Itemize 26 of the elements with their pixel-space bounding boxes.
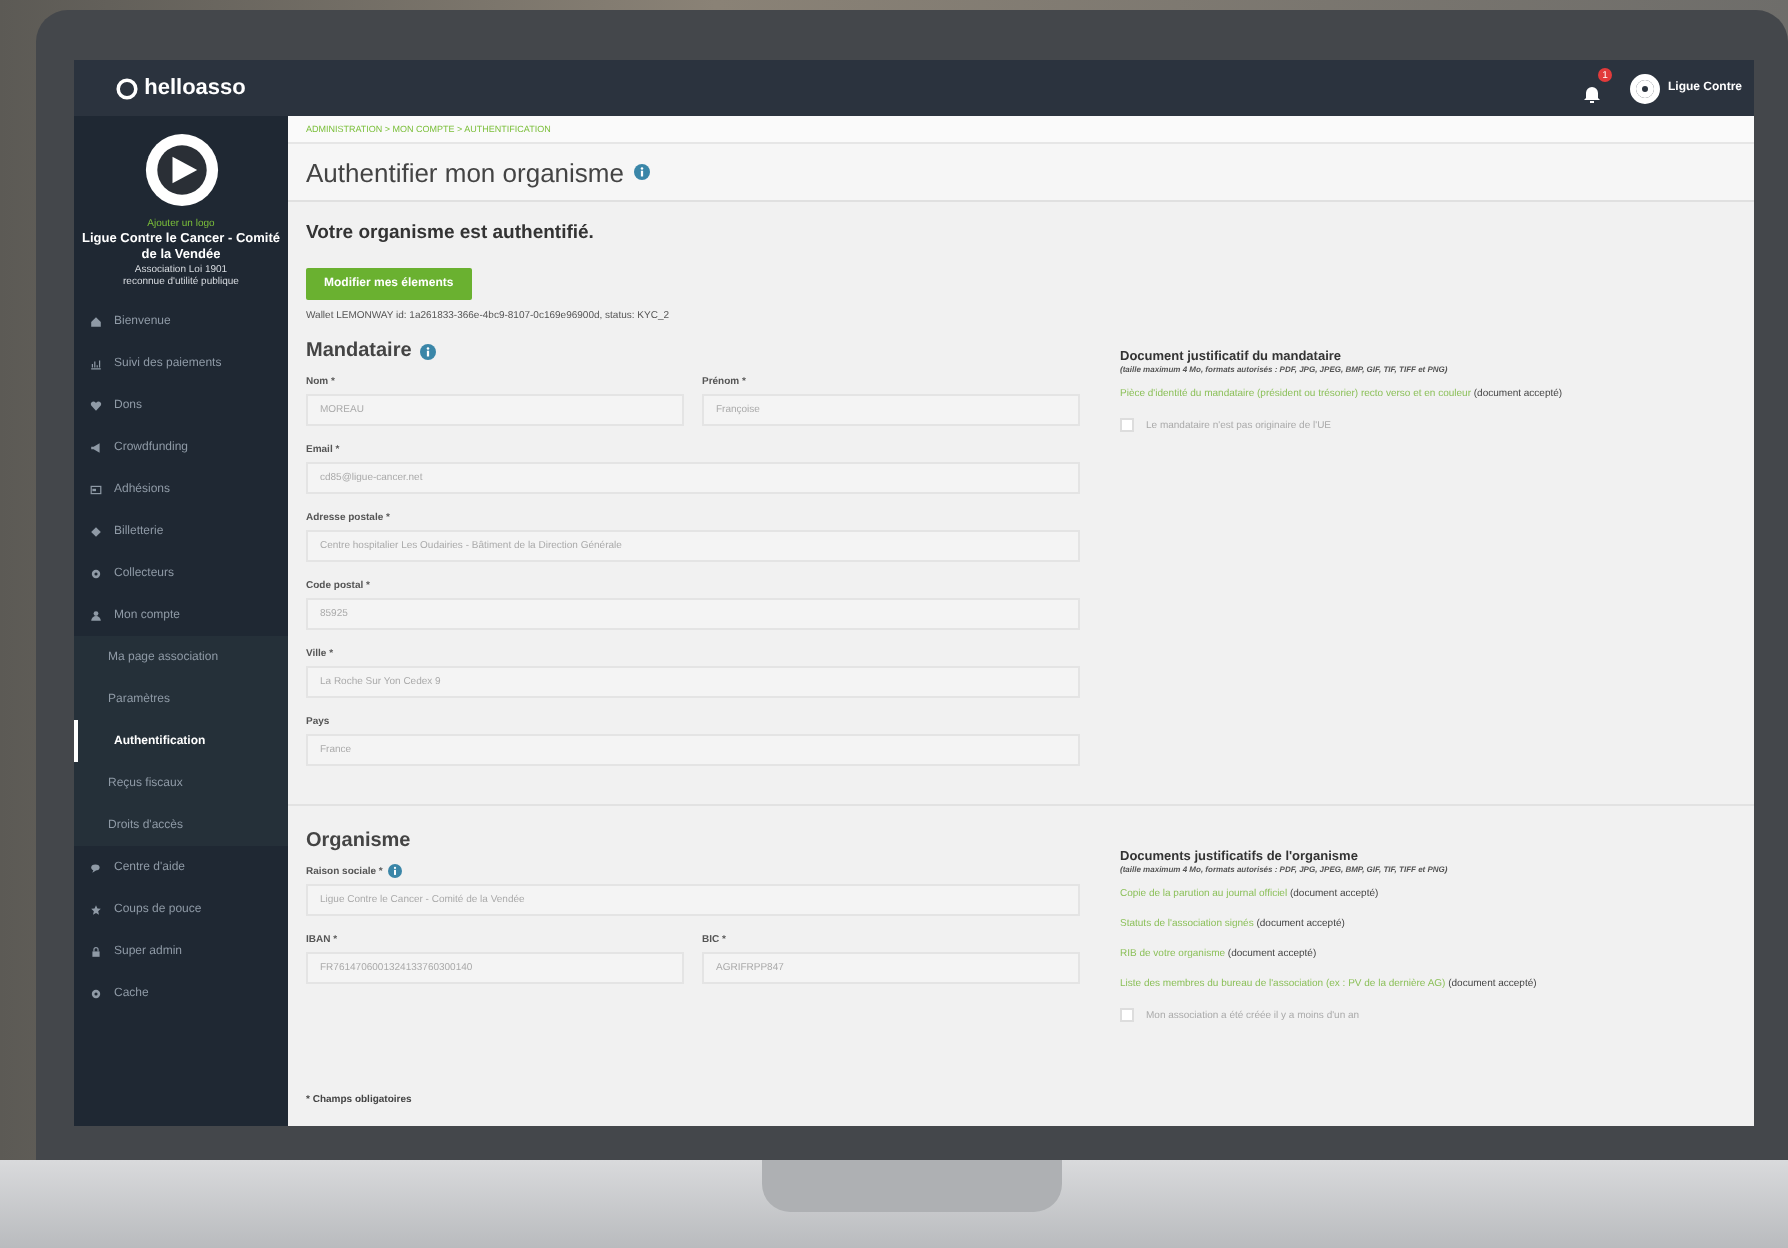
chart-icon [90, 357, 102, 369]
info-icon[interactable] [419, 343, 436, 359]
card-icon [90, 483, 102, 495]
info-icon[interactable] [633, 164, 650, 180]
bell-icon[interactable] [1582, 84, 1602, 104]
gear-icon [90, 987, 102, 999]
organization-logo [143, 132, 219, 208]
logo-icon [116, 77, 139, 99]
info-icon[interactable] [388, 864, 403, 878]
logo-text[interactable]: helloasso [144, 76, 246, 100]
page-title: Authentifier mon organisme [306, 157, 624, 187]
gear-icon [90, 567, 102, 579]
heart-icon [90, 399, 102, 411]
section-title: Organisme [306, 830, 411, 852]
star-icon [90, 903, 102, 915]
home-icon [90, 315, 102, 327]
avatar-icon[interactable] [1630, 73, 1660, 103]
checkbox[interactable] [1120, 1008, 1134, 1022]
chat-icon [90, 861, 102, 873]
status-message: Votre organisme est authentifié. [304, 220, 596, 244]
section-title: Mandataire [306, 340, 412, 362]
checkbox[interactable] [1120, 418, 1134, 432]
lock-icon [90, 945, 102, 957]
user-icon [90, 609, 102, 621]
ticket-icon [90, 525, 102, 537]
megaphone-icon [90, 441, 102, 453]
